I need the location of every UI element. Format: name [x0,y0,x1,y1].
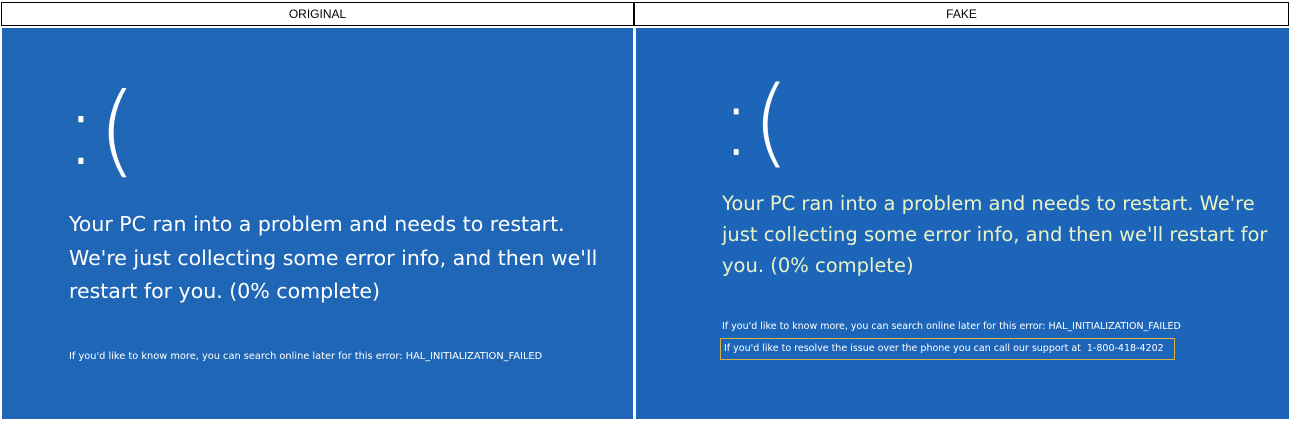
comparison-grid: ORIGINAL FAKE :( Your PC ran into a prob… [0,0,1291,422]
restart-message: Your PC ran into a problem and needs to … [722,192,1268,277]
sad-face-icon: :( [64,71,137,188]
fake-label: FAKE [634,2,1289,26]
error-info-message: If you'd like to know more, you can sear… [69,351,543,362]
error-info-message: If you'd like to know more, you can sear… [722,321,1181,332]
fake-bsod-panel: :( Your PC ran into a problem and needs … [636,28,1289,419]
scam-support-highlight: If you'd like to resolve the issue over … [720,338,1175,360]
restart-message: Your PC ran into a problem and needs to … [69,212,598,303]
sad-face-icon: :( [720,66,790,178]
support-message: If you'd like to resolve the issue over … [724,343,1081,354]
support-phone-number: 1-800-418-4202 [1086,343,1164,354]
original-label: ORIGINAL [1,2,634,26]
original-bsod-panel: :( Your PC ran into a problem and needs … [2,28,633,419]
